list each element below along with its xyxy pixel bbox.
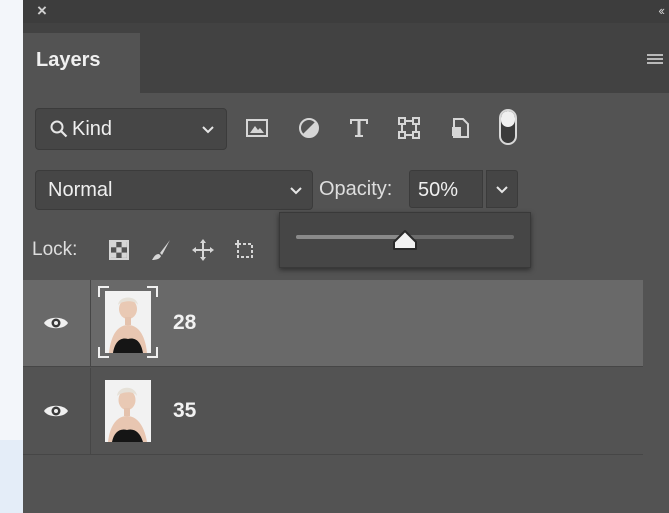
lock-position-icon[interactable] [191, 238, 215, 262]
lock-image-pixels-icon[interactable] [149, 238, 173, 262]
panel-tabbar: Layers [23, 23, 669, 93]
lock-artboard-icon[interactable] [233, 238, 257, 262]
layer-row-35[interactable]: 35 [23, 368, 643, 455]
panel-titlebar: × ‹‹ [23, 0, 669, 23]
layer-name[interactable]: 35 [173, 399, 196, 423]
opacity-slider-fill [296, 235, 405, 239]
blend-mode-select[interactable]: Normal [35, 170, 313, 210]
layer-visibility-cell [23, 280, 91, 366]
chevron-down-icon [496, 186, 508, 194]
layer-thumbnail [105, 380, 151, 442]
opacity-slider-thumb[interactable] [392, 229, 418, 251]
opacity-label: Opacity: [319, 178, 393, 200]
layer-row-28[interactable]: 28 [23, 280, 643, 367]
layers-list: 28 35 [23, 280, 669, 513]
smart-object-filter-icon[interactable] [449, 116, 473, 140]
type-filter-icon[interactable] [347, 116, 371, 140]
opacity-input[interactable]: 50% [409, 170, 483, 208]
eye-icon[interactable] [43, 314, 69, 332]
search-icon [50, 120, 68, 138]
filter-toggle-knob [501, 111, 515, 127]
opacity-dropdown-button[interactable] [486, 170, 518, 208]
filter-kind-select[interactable]: Kind [35, 108, 227, 150]
blend-row: Normal Opacity: 50% [23, 170, 669, 210]
chevron-down-icon [290, 187, 302, 195]
layer-visibility-cell [23, 368, 91, 454]
image-filter-icon[interactable] [245, 116, 269, 140]
close-icon[interactable]: × [37, 2, 47, 20]
filter-kind-label: Kind [72, 118, 113, 140]
tab-layers-label: Layers [36, 49, 101, 71]
opacity-slider-popup [279, 212, 531, 268]
chevron-down-icon [202, 126, 214, 134]
layers-panel: × ‹‹ Layers Kind Normal Opacity: 50% Loc… [23, 0, 669, 513]
layer-name[interactable]: 28 [173, 311, 196, 335]
lock-label: Lock: [32, 239, 78, 260]
shape-filter-icon[interactable] [397, 116, 421, 140]
adjustment-filter-icon[interactable] [297, 116, 321, 140]
opacity-value: 50% [418, 179, 459, 201]
lock-transparent-pixels-icon[interactable] [107, 238, 131, 262]
collapse-icon[interactable]: ‹‹ [658, 3, 665, 19]
layer-thumbnail [105, 291, 151, 353]
panel-menu-icon[interactable] [647, 54, 663, 66]
tab-layers[interactable]: Layers [23, 33, 140, 93]
filter-toggle[interactable] [499, 109, 517, 145]
blend-mode-label: Normal [48, 179, 113, 201]
filter-row: Kind [23, 108, 669, 150]
eye-icon[interactable] [43, 402, 69, 420]
